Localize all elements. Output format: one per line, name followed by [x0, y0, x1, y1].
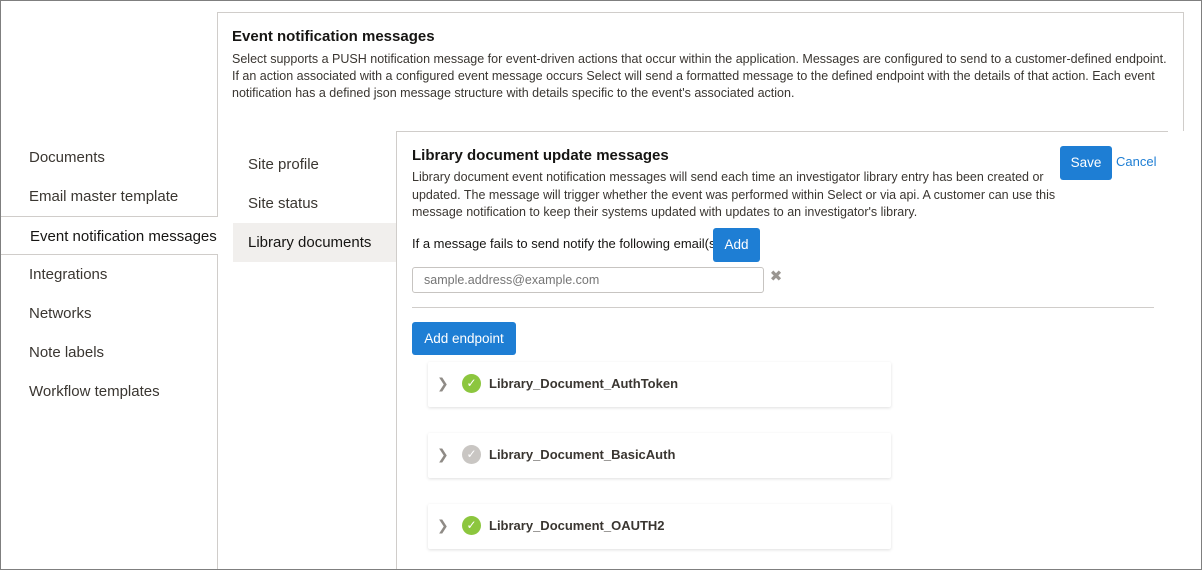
chevron-right-icon[interactable]: ❯	[437, 375, 449, 391]
endpoint-item[interactable]: ❯ ✓ Library_Document_AuthToken	[428, 362, 891, 407]
left-nav-item-integrations[interactable]: Integrations	[1, 255, 218, 294]
check-circle-icon: ✓	[462, 374, 481, 393]
check-circle-icon: ✓	[462, 445, 481, 464]
page-frame: Documents Email master template Event no…	[0, 0, 1202, 570]
endpoint-name: Library_Document_AuthToken	[489, 376, 679, 391]
add-email-button[interactable]: Add	[713, 228, 760, 262]
chevron-right-icon[interactable]: ❯	[437, 517, 449, 533]
page-title: Event notification messages	[232, 28, 435, 45]
endpoint-name: Library_Document_BasicAuth	[489, 447, 676, 462]
notify-email-label: If a message fails to send notify the fo…	[412, 236, 724, 251]
left-nav-item-networks[interactable]: Networks	[1, 294, 218, 333]
add-endpoint-button[interactable]: Add endpoint	[412, 322, 516, 355]
sub-nav-item-site-status[interactable]: Site status	[233, 184, 396, 223]
left-nav-item-event-notification-messages[interactable]: Event notification messages	[1, 216, 218, 255]
notify-email-input[interactable]	[412, 267, 764, 293]
endpoint-name: Library_Document_OAUTH2	[489, 518, 665, 533]
left-nav-divider	[217, 12, 218, 569]
header-section: Event notification messages Select suppo…	[217, 12, 1184, 131]
chevron-right-icon[interactable]: ❯	[437, 446, 449, 462]
sub-nav: Site profile Site status Library documen…	[233, 145, 396, 262]
close-icon[interactable]: ✖	[768, 269, 784, 285]
panel-description: Library document event notification mess…	[412, 170, 1056, 219]
save-button[interactable]: Save	[1060, 146, 1112, 180]
cancel-link[interactable]: Cancel	[1116, 154, 1156, 169]
library-document-panel: Library document update messages Library…	[396, 131, 1168, 569]
left-nav: Documents Email master template Event no…	[1, 138, 218, 411]
left-nav-item-note-labels[interactable]: Note labels	[1, 333, 218, 372]
sub-nav-item-site-profile[interactable]: Site profile	[233, 145, 396, 184]
left-nav-item-email-master-template[interactable]: Email master template	[1, 177, 218, 216]
sub-nav-item-library-documents[interactable]: Library documents	[233, 223, 396, 262]
left-nav-item-workflow-templates[interactable]: Workflow templates	[1, 372, 218, 411]
left-nav-item-documents[interactable]: Documents	[1, 138, 218, 177]
page-description: Select supports a PUSH notification mess…	[232, 52, 1167, 100]
endpoint-item[interactable]: ❯ ✓ Library_Document_BasicAuth	[428, 433, 891, 478]
section-divider	[412, 307, 1154, 308]
endpoint-item[interactable]: ❯ ✓ Library_Document_OAUTH2	[428, 504, 891, 549]
check-circle-icon: ✓	[462, 516, 481, 535]
panel-title: Library document update messages	[412, 147, 669, 164]
